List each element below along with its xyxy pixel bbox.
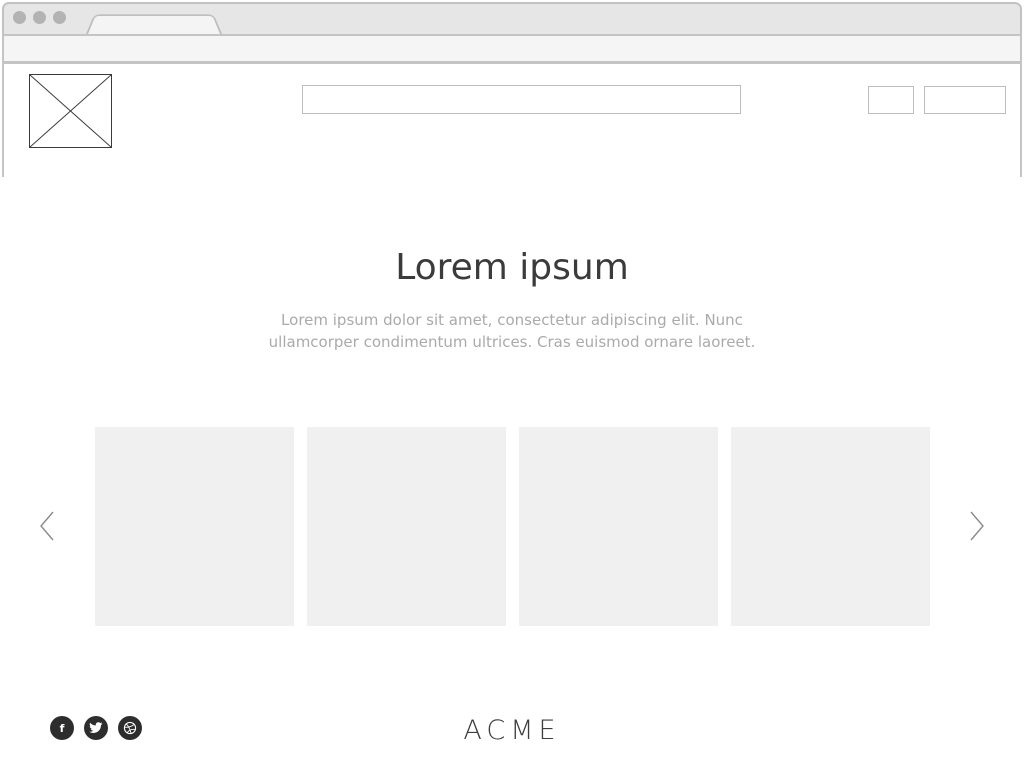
search-input[interactable] — [302, 85, 741, 114]
minimize-window-dot[interactable] — [33, 11, 46, 24]
image-placeholder-icon — [30, 75, 111, 147]
hero-description: Lorem ipsum dolor sit amet, consectetur … — [268, 311, 756, 351]
carousel-card[interactable] — [731, 427, 930, 626]
page: Lorem ipsum Lorem ipsum dolor sit amet, … — [0, 0, 1024, 768]
carousel-card[interactable] — [307, 427, 506, 626]
close-window-dot[interactable] — [13, 11, 26, 24]
chevron-right-icon — [970, 511, 984, 541]
browser-viewport-frame — [2, 64, 1022, 177]
header-button-1[interactable] — [868, 86, 914, 114]
carousel-card[interactable] — [519, 427, 718, 626]
address-bar[interactable] — [2, 34, 1022, 64]
carousel-prev-button[interactable] — [36, 508, 60, 544]
footer-brand-logo: ACME — [463, 715, 561, 746]
header-button-2[interactable] — [924, 86, 1006, 114]
carousel-card[interactable] — [95, 427, 294, 626]
browser-tab[interactable] — [86, 14, 222, 35]
chevron-left-icon — [40, 511, 54, 541]
logo-image-placeholder[interactable] — [29, 74, 112, 148]
carousel-next-button[interactable] — [964, 508, 988, 544]
hero-title: Lorem ipsum — [395, 247, 629, 288]
zoom-window-dot[interactable] — [53, 11, 66, 24]
